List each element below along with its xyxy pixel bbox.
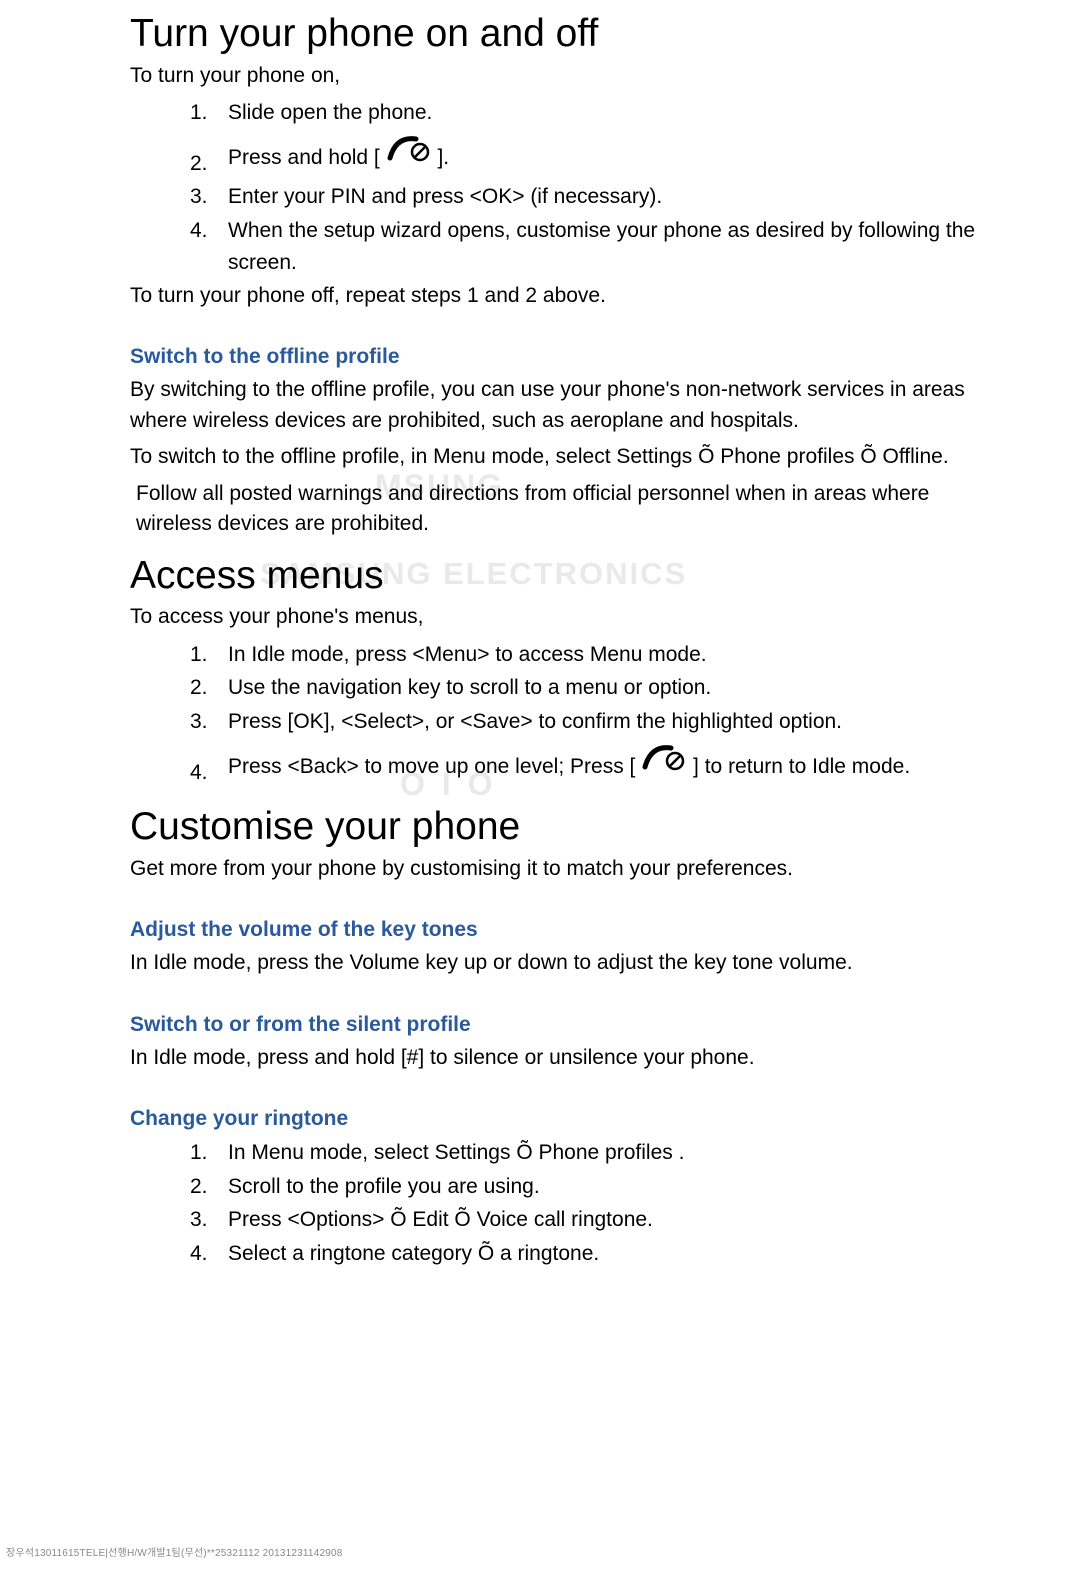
- subheading-volume: Adjust the volume of the key tones: [130, 918, 986, 942]
- power-icon: [641, 743, 687, 784]
- subheading-ringtone: Change your ringtone: [130, 1107, 986, 1131]
- list-item: 3. Press <Options> Õ Edit Õ Voice call r…: [190, 1204, 986, 1237]
- step-number: 2.: [190, 148, 208, 181]
- step-text: In Menu mode, select Settings Õ Phone pr…: [228, 1141, 684, 1164]
- step-text-a: Press and hold [: [228, 146, 386, 169]
- offline-p2: To switch to the offline profile, in Men…: [130, 442, 986, 472]
- step-number: 4.: [190, 757, 208, 790]
- step-number: 1.: [190, 97, 208, 130]
- volume-p1: In Idle mode, press the Volume key up or…: [130, 948, 986, 978]
- offline-p1: By switching to the offline profile, you…: [130, 375, 986, 436]
- list-item: 1. In Menu mode, select Settings Õ Phone…: [190, 1137, 986, 1170]
- step-number: 2.: [190, 1171, 208, 1204]
- step-text: Select a ringtone category Õ a ringtone.: [228, 1242, 599, 1265]
- footer-code: 장우석13011615TELE|선행H/W개발1팀(무선)**25321112 …: [6, 1544, 343, 1559]
- list-item: 1. In Idle mode, press <Menu> to access …: [190, 639, 986, 672]
- list-item: 4. Select a ringtone category Õ a ringto…: [190, 1238, 986, 1271]
- step-number: 3.: [190, 181, 208, 214]
- step-text: In Idle mode, press <Menu> to access Men…: [228, 643, 707, 666]
- step-text-b: ].: [437, 146, 449, 169]
- steps-turn-on: 1. Slide open the phone. 2. Press and ho…: [130, 97, 986, 280]
- list-item: 1. Slide open the phone.: [190, 97, 986, 130]
- intro-customise: Get more from your phone by customising …: [130, 854, 986, 884]
- list-item: 4. When the setup wizard opens, customis…: [190, 215, 986, 280]
- step-text: Use the navigation key to scroll to a me…: [228, 676, 711, 699]
- step-text: Scroll to the profile you are using.: [228, 1175, 540, 1198]
- silent-p1: In Idle mode, press and hold [#] to sile…: [130, 1043, 986, 1073]
- heading-customise: Customise your phone: [130, 805, 986, 850]
- intro-access-menus: To access your phone's menus,: [130, 602, 986, 632]
- subheading-offline: Switch to the offline profile: [130, 345, 986, 369]
- steps-access-menus: 1. In Idle mode, press <Menu> to access …: [130, 639, 986, 787]
- step-text: Press [OK], <Select>, or <Save> to confi…: [228, 710, 842, 733]
- list-item: 4. Press <Back> to move up one level; Pr…: [190, 747, 986, 788]
- step-text: When the setup wizard opens, customise y…: [228, 219, 975, 275]
- offline-note: Follow all posted warnings and direction…: [136, 479, 986, 540]
- step-number: 2.: [190, 672, 208, 705]
- step-number: 4.: [190, 215, 208, 248]
- heading-access-menus: Access menus: [130, 554, 986, 599]
- page-content: Turn your phone on and off To turn your …: [0, 12, 1076, 1270]
- list-item: 2. Press and hold [ ].: [190, 138, 986, 179]
- list-item: 3. Enter your PIN and press <OK> (if nec…: [190, 181, 986, 214]
- step-text-b: ] to return to Idle mode.: [693, 754, 910, 777]
- steps-ringtone: 1. In Menu mode, select Settings Õ Phone…: [130, 1137, 986, 1270]
- step-text: Slide open the phone.: [228, 101, 432, 124]
- step-number: 4.: [190, 1238, 208, 1271]
- step-text: Press <Options> Õ Edit Õ Voice call ring…: [228, 1208, 653, 1231]
- step-text: Enter your PIN and press <OK> (if necess…: [228, 185, 662, 208]
- subheading-silent: Switch to or from the silent profile: [130, 1013, 986, 1037]
- turn-off-text: To turn your phone off, repeat steps 1 a…: [130, 281, 986, 311]
- intro-turn-on: To turn your phone on,: [130, 61, 986, 91]
- list-item: 2. Use the navigation key to scroll to a…: [190, 672, 986, 705]
- power-icon: [386, 134, 432, 175]
- step-number: 3.: [190, 1204, 208, 1237]
- step-number: 3.: [190, 706, 208, 739]
- step-number: 1.: [190, 639, 208, 672]
- heading-turn-phone: Turn your phone on and off: [130, 12, 986, 57]
- list-item: 2. Scroll to the profile you are using.: [190, 1171, 986, 1204]
- step-number: 1.: [190, 1137, 208, 1170]
- step-text-a: Press <Back> to move up one level; Press…: [228, 754, 641, 777]
- list-item: 3. Press [OK], <Select>, or <Save> to co…: [190, 706, 986, 739]
